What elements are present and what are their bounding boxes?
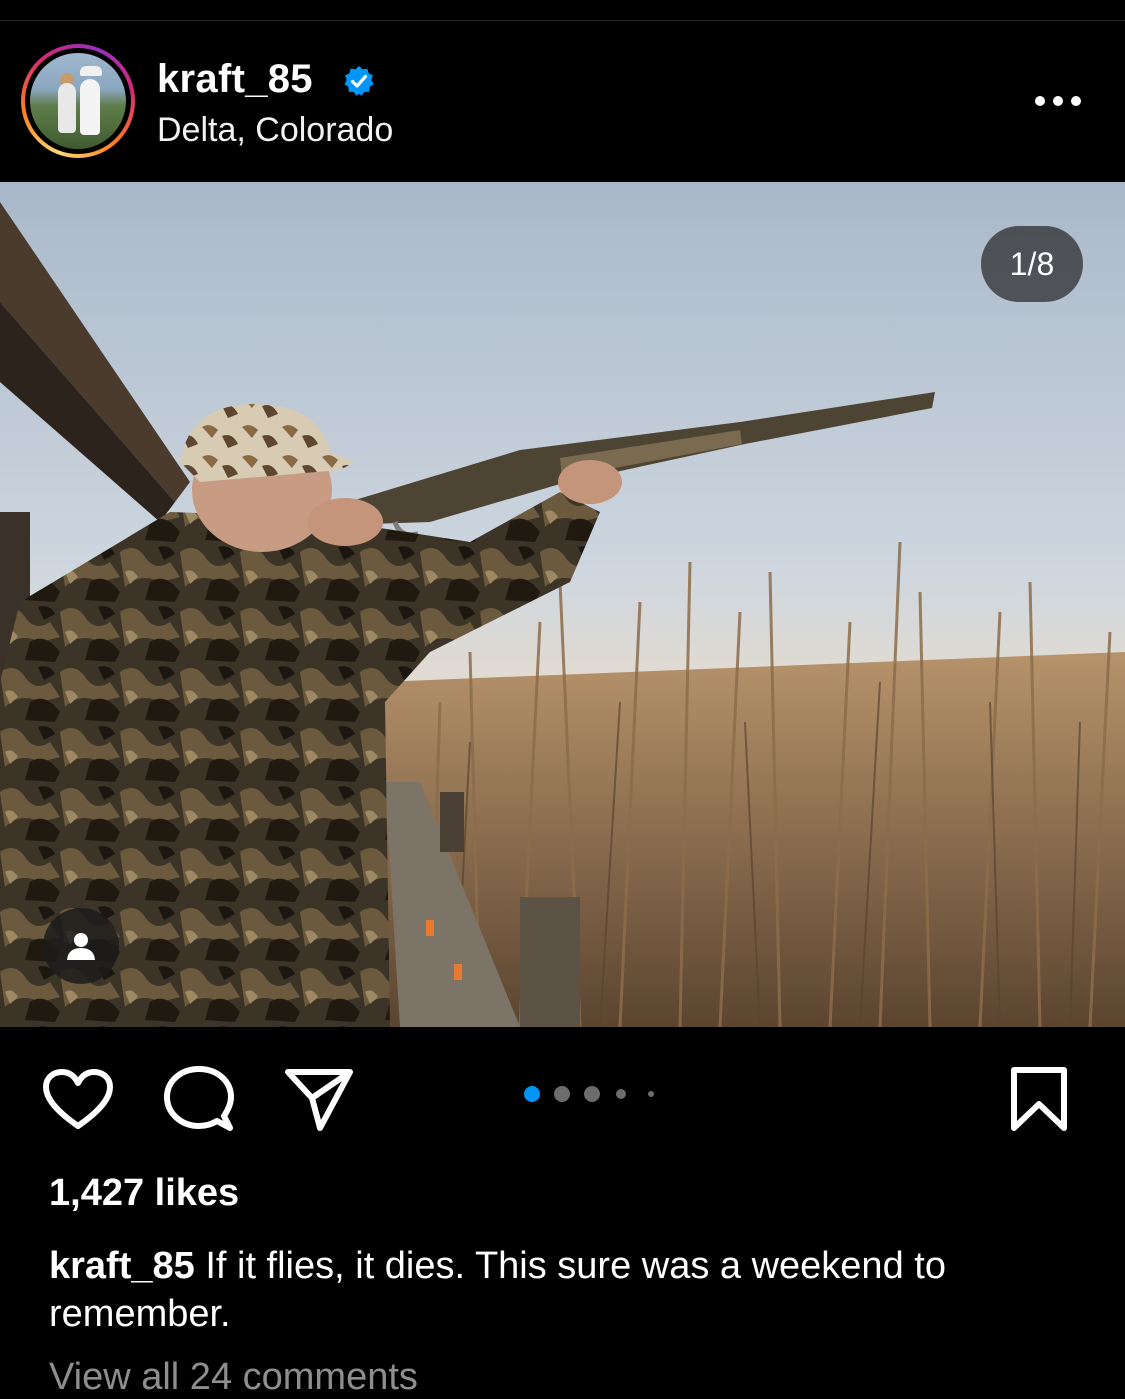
- heart-icon[interactable]: [42, 1068, 114, 1132]
- post-header: kraft_85 Delta, Colorado: [0, 21, 1125, 182]
- location-link[interactable]: Delta, Colorado: [157, 111, 393, 150]
- carousel-dot-active: [524, 1086, 540, 1102]
- view-comments-link[interactable]: View all 24 comments: [49, 1356, 418, 1399]
- carousel-dot: [584, 1086, 600, 1102]
- hunter-photo: [0, 182, 1125, 1027]
- likes-count[interactable]: 1,427 likes: [49, 1172, 239, 1215]
- more-options-icon[interactable]: [1030, 89, 1086, 113]
- post-photo[interactable]: [0, 182, 1125, 1027]
- caption-username[interactable]: kraft_85: [49, 1245, 195, 1287]
- carousel-indicator: [520, 1084, 660, 1104]
- verified-badge-icon: [344, 66, 374, 96]
- avatar[interactable]: [30, 53, 126, 149]
- carousel-dot: [616, 1089, 626, 1099]
- story-ring[interactable]: [21, 44, 135, 158]
- bookmark-icon[interactable]: [1008, 1066, 1070, 1132]
- share-icon[interactable]: [284, 1066, 354, 1132]
- username[interactable]: kraft_85: [157, 57, 313, 102]
- tagged-people-icon[interactable]: [43, 908, 119, 984]
- caption: kraft_85 If it flies, it dies. This sure…: [49, 1242, 1069, 1338]
- carousel-dot: [648, 1091, 654, 1097]
- comment-icon[interactable]: [164, 1066, 234, 1132]
- carousel-dot: [554, 1086, 570, 1102]
- image-counter: 1/8: [981, 226, 1083, 302]
